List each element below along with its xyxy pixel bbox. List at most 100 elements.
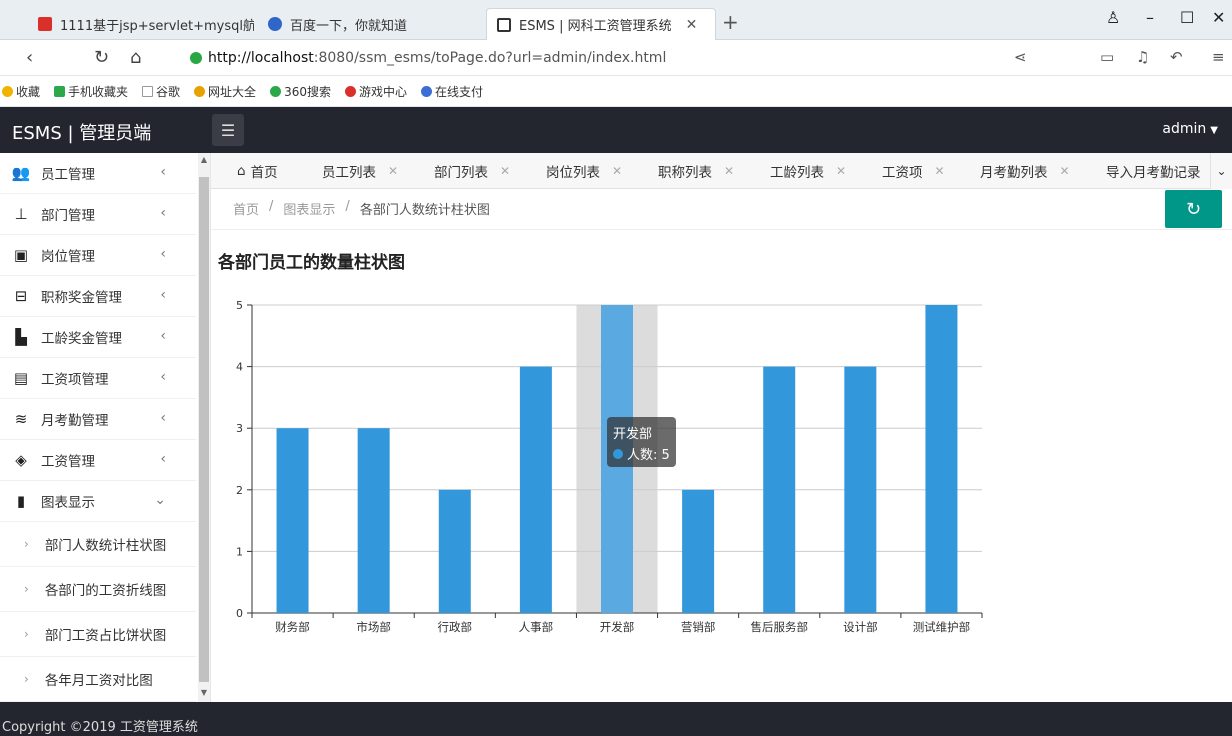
sidebar-subitem-dept-line[interactable]: › 各部门的工资折线图 (0, 567, 196, 612)
browser-tab[interactable]: 1111基于jsp+servlet+mysql航... (28, 8, 254, 40)
breadcrumb-section[interactable]: 图表显示 (283, 199, 335, 218)
scroll-up-icon[interactable]: ▲ (198, 155, 210, 167)
bookmark-item[interactable]: 360搜索 (270, 83, 331, 100)
bar (925, 305, 958, 613)
bar (276, 428, 309, 613)
chevron-right-icon: › (24, 582, 29, 596)
bar (357, 428, 390, 613)
new-tab-icon[interactable]: + (722, 10, 739, 34)
bookmarks-bar: 收藏 手机收藏夹 谷歌 网址大全 360搜索 游戏中心 在线支付 (0, 76, 1232, 107)
tab-employee-list[interactable]: 员工列表 ✕ (322, 153, 398, 189)
tag-icon: ◈ (15, 451, 27, 469)
sidebar-subitem-dept-pie[interactable]: › 部门工资占比饼状图 (0, 612, 196, 657)
chevron-left-icon: ‹ (160, 410, 166, 426)
caret-down-icon: ▼ (1210, 125, 1218, 136)
maximize-icon[interactable]: ☐ (1180, 8, 1194, 27)
y-tick-label: 3 (236, 422, 243, 435)
share-icon[interactable]: ⋖ (1014, 48, 1027, 66)
bookmark-item[interactable]: 谷歌 (142, 83, 180, 100)
tab-import-attendance[interactable]: 导入月考勤记录 (1106, 153, 1201, 189)
sidebar-subitem-label: 部门工资占比饼状图 (44, 628, 167, 644)
x-tick-label: 财务部 (275, 620, 310, 634)
sidebar-item-seniority-bonus[interactable]: ▙ 工龄奖金管理 ‹ (0, 317, 196, 358)
minimize-icon[interactable]: – (1146, 8, 1154, 27)
tab-department-list[interactable]: 部门列表 ✕ (434, 153, 510, 189)
close-icon[interactable]: ✕ (1060, 164, 1070, 178)
refresh-button[interactable]: ↻ (1165, 190, 1222, 228)
bookmark-item[interactable]: 游戏中心 (344, 83, 407, 100)
menu-toggle-icon[interactable]: ☰ (212, 114, 244, 146)
menu-icon[interactable]: ≡ (1212, 48, 1225, 66)
sidebar-item-label: 工资管理 (41, 454, 95, 470)
url-field[interactable]: http://localhost:8080/ssm_esms/toPage.do… (190, 47, 666, 69)
bookmark-item[interactable]: 收藏 (2, 83, 40, 100)
sidebar-subitem-monthly-compare[interactable]: › 各年月工资对比图 (0, 657, 196, 702)
tab-home[interactable]: ⌂ 首页 (237, 153, 278, 189)
close-icon[interactable]: ✕ (935, 164, 945, 178)
tab-salary-items[interactable]: 工资项 ✕ (882, 153, 945, 189)
tab-title-list[interactable]: 职称列表 ✕ (658, 153, 734, 189)
user-menu[interactable]: admin ▼ (1162, 121, 1218, 137)
x-tick-label: 市场部 (356, 620, 391, 634)
close-icon[interactable]: ✕ (836, 164, 846, 178)
close-icon[interactable]: ✕ (724, 164, 734, 178)
y-tick-label: 0 (236, 607, 243, 620)
x-tick-label: 设计部 (843, 620, 878, 634)
building-icon: ▙ (15, 328, 27, 346)
chevron-left-icon: ‹ (160, 451, 166, 467)
scrollbar-thumb[interactable] (199, 177, 209, 682)
app-header: ESMS | 管理员端 ☰ admin ▼ (0, 107, 1232, 153)
browser-tab[interactable]: 百度一下，你就知道 (258, 8, 484, 40)
close-icon[interactable]: ✕ (388, 164, 398, 178)
sidebar-item-attendance[interactable]: ≋ 月考勤管理 ‹ (0, 399, 196, 440)
bar (682, 489, 715, 613)
sidebar-item-salary-items[interactable]: ▤ 工资项管理 ‹ (0, 358, 196, 399)
chevron-left-icon: ‹ (160, 287, 166, 303)
tab-attendance-list[interactable]: 月考勤列表 ✕ (980, 153, 1070, 189)
sidebar-scrollbar[interactable]: ▲ ▼ (198, 153, 210, 702)
back-icon[interactable]: ‹ (26, 47, 33, 68)
sidebar-item-label: 工资项管理 (41, 372, 109, 388)
sidebar-item-salary[interactable]: ◈ 工资管理 ‹ (0, 440, 196, 481)
bookmark-item[interactable]: 在线支付 (420, 83, 483, 100)
headset-icon[interactable]: ♫ (1136, 48, 1149, 66)
browser-tab-active[interactable]: ESMS | 网科工资管理系统 ✕ (486, 8, 716, 40)
sidebar-item-departments[interactable]: ⊥ 部门管理 ‹ (0, 194, 196, 235)
home-icon[interactable]: ⌂ (130, 47, 141, 68)
tab-seniority-list[interactable]: 工龄列表 ✕ (770, 153, 846, 189)
chart-title: 各部门员工的数量柱状图 (218, 253, 405, 273)
close-tab-icon[interactable]: ✕ (686, 17, 698, 33)
bookmark-item[interactable]: 手机收藏夹 (54, 83, 128, 100)
undo-icon[interactable]: ↶ (1170, 48, 1183, 66)
close-icon[interactable]: ✕ (500, 164, 510, 178)
tab-label: 职称列表 (658, 165, 712, 181)
chevron-down-icon: ⌄ (154, 492, 166, 508)
close-icon[interactable]: ✕ (612, 164, 622, 178)
close-window-icon[interactable]: ✕ (1212, 8, 1225, 27)
tab-label: 部门列表 (434, 165, 488, 181)
scroll-down-icon[interactable]: ▼ (198, 688, 210, 700)
chevron-down-icon[interactable]: ⌄ (1210, 153, 1232, 189)
bookmark-item[interactable]: 网址大全 (194, 83, 256, 100)
star-icon (2, 85, 13, 97)
sidebar-item-positions[interactable]: ▣ 岗位管理 ‹ (0, 235, 196, 276)
chevron-left-icon: ‹ (160, 328, 166, 344)
sidebar-item-employees[interactable]: 👥 员工管理 ‹ (0, 153, 196, 194)
refresh-icon: ↻ (1185, 198, 1202, 220)
sidebar-item-charts[interactable]: ▮ 图表显示 ⌄ (0, 481, 196, 522)
reload-icon[interactable]: ↻ (94, 47, 109, 68)
tab-position-list[interactable]: 岗位列表 ✕ (546, 153, 622, 189)
sidebar-item-title-bonus[interactable]: ⊟ 职称奖金管理 ‹ (0, 276, 196, 317)
sidebar-subitem-dept-bar[interactable]: › 部门人数统计柱状图 (0, 522, 196, 567)
tab-label: 员工列表 (322, 165, 376, 181)
x-tick-label: 营销部 (681, 620, 716, 634)
page-icon (142, 85, 154, 97)
battery-icon[interactable]: ▭ (1100, 48, 1114, 66)
breadcrumb-home[interactable]: 首页 (233, 199, 259, 218)
search-360-icon (270, 85, 282, 97)
tab-label: 工龄列表 (770, 165, 824, 181)
x-tick-label: 行政部 (438, 620, 473, 634)
browser-tab-title: ESMS | 网科工资管理系统 (519, 19, 672, 34)
shirt-skin-icon[interactable]: ♙ (1106, 8, 1120, 27)
secure-shield-icon (190, 52, 202, 64)
